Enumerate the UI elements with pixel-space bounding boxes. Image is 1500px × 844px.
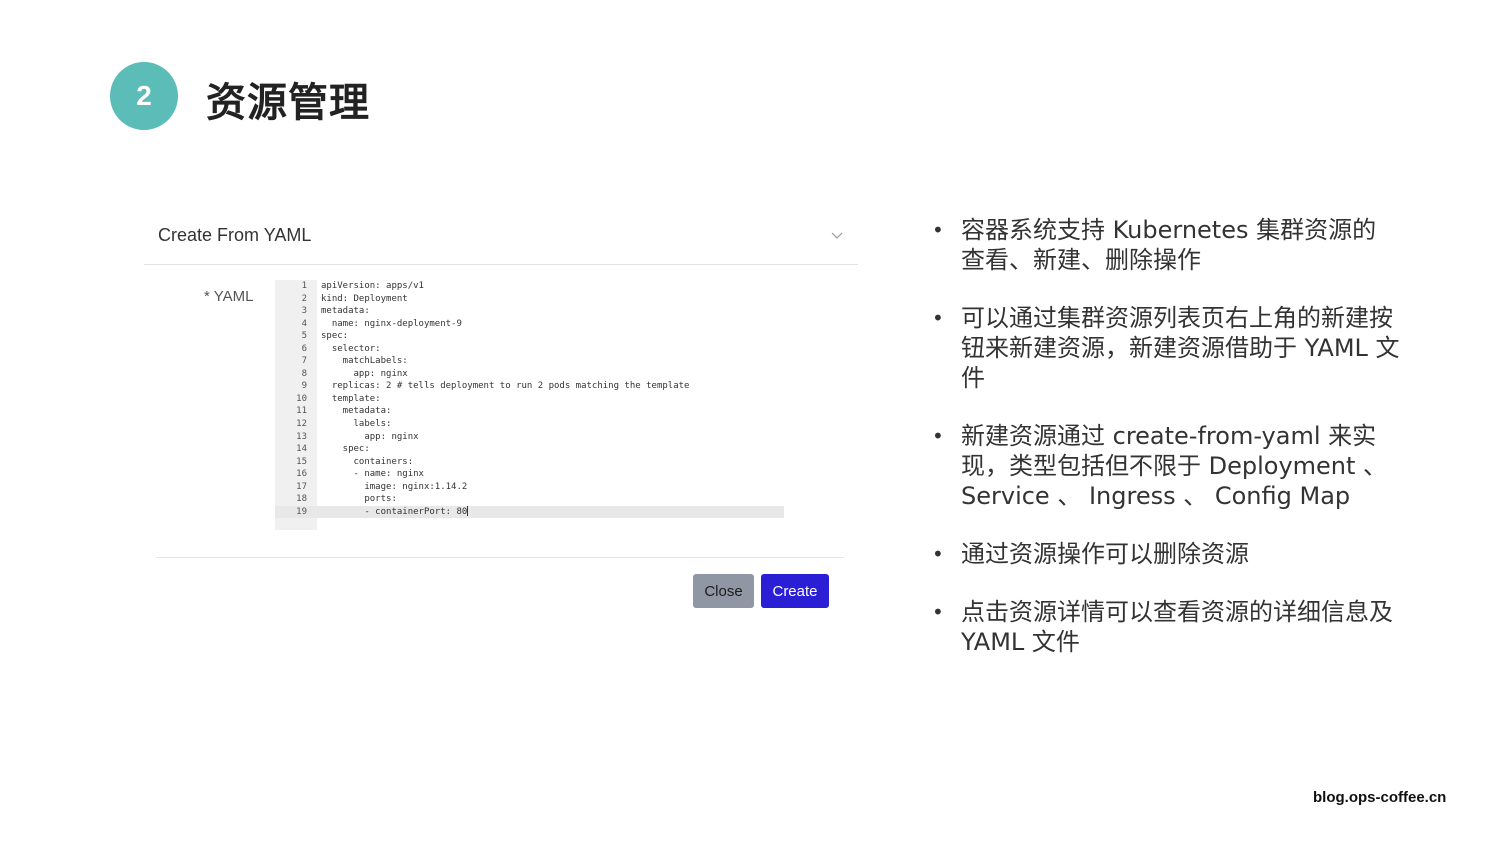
code-text[interactable]: spec: [321, 330, 348, 343]
bullet-item: • 可以通过集群资源列表页右上角的新建按钮来新建资源，新建资源借助于 YAML 文… [930, 303, 1400, 393]
code-text[interactable]: apiVersion: apps/v1 [321, 280, 424, 293]
code-text[interactable]: metadata: [321, 405, 392, 418]
line-number: 14 [296, 444, 307, 455]
code-text[interactable]: app: nginx [321, 431, 418, 444]
bullet-dot-icon: • [932, 218, 944, 242]
code-line[interactable]: 2 kind: Deployment [275, 293, 784, 306]
bullet-item: • 通过资源操作可以删除资源 [930, 539, 1400, 569]
code-line[interactable]: 17 image: nginx:1.14.2 [275, 481, 784, 494]
line-number: 9 [301, 381, 307, 392]
code-text[interactable]: kind: Deployment [321, 293, 408, 306]
footer-url: blog.ops-coffee.cn [1313, 789, 1447, 806]
code-line[interactable]: 14 spec: [275, 443, 784, 456]
code-line[interactable]: 8 app: nginx [275, 368, 784, 381]
footer-divider [156, 557, 844, 558]
code-line[interactable]: 12 labels: [275, 418, 784, 431]
code-text[interactable]: metadata: [321, 305, 370, 318]
bullet-dot-icon: • [932, 542, 944, 566]
line-number: 10 [296, 393, 307, 404]
line-number: 16 [296, 469, 307, 480]
code-line[interactable]: 18 ports: [275, 493, 784, 506]
code-text[interactable]: labels: [321, 418, 392, 431]
code-text[interactable]: app: nginx [321, 368, 408, 381]
bullet-list: • 容器系统支持 Kubernetes 集群资源的查看、新建、删除操作 • 可以通过集… [930, 215, 1400, 685]
code-area[interactable]: 1 apiVersion: apps/v1 2 kind: Deployment 3 me… [275, 280, 784, 519]
close-button[interactable]: Close [693, 574, 754, 608]
code-line[interactable]: 1 apiVersion: apps/v1 [275, 280, 784, 293]
code-line[interactable]: 6 selector: [275, 343, 784, 356]
line-number: 12 [296, 419, 307, 430]
code-line[interactable]: 13 app: nginx [275, 431, 784, 444]
bullet-text: 可以通过集群资源列表页右上角的新建按钮来新建资源，新建资源借助于 YAML 文件 [961, 304, 1400, 392]
code-text[interactable]: ports: [321, 493, 397, 506]
code-line[interactable]: 4 name: nginx-deployment-9 [275, 318, 784, 331]
code-line[interactable]: 15 containers: [275, 456, 784, 469]
code-line[interactable]: 3 metadata: [275, 305, 784, 318]
code-line[interactable]: 11 metadata: [275, 405, 784, 418]
bullet-text: 点击资源详情可以查看资源的详细信息及 YAML 文件 [961, 598, 1393, 656]
code-text[interactable]: template: [321, 393, 381, 406]
code-line[interactable]: 19 - containerPort: 80 [275, 505, 784, 519]
code-text[interactable]: matchLabels: [321, 355, 408, 368]
line-number: 1 [301, 281, 307, 291]
code-line[interactable]: 16 - name: nginx [275, 468, 784, 481]
code-text[interactable]: replicas: 2 # tells deployment to run 2 … [321, 380, 690, 393]
bullet-text: 容器系统支持 Kubernetes 集群资源的查看、新建、删除操作 [961, 216, 1377, 274]
create-button[interactable]: Create [761, 574, 829, 608]
code-text[interactable]: spec: [321, 443, 370, 456]
dialog-title: Create From YAML [158, 225, 312, 245]
slide-number-badge: 2 [110, 62, 178, 130]
code-line[interactable]: 5 spec: [275, 330, 784, 343]
bullet-item: • 新建资源通过 create-from-yaml 来实现，类型包括但不限于 De… [930, 421, 1400, 511]
line-number: 17 [296, 481, 307, 492]
line-number: 7 [301, 356, 307, 367]
code-text[interactable]: selector: [321, 343, 381, 356]
bullet-dot-icon: • [932, 600, 944, 624]
line-number: 8 [301, 368, 307, 379]
line-number: 3 [301, 306, 307, 317]
create-from-yaml-dialog: Create From YAML * YAML 1 apiVersion: app… [144, 210, 858, 635]
bullet-text: 新建资源通过 create-from-yaml 来实现，类型包括但不限于 Dep… [961, 422, 1388, 510]
bullet-dot-icon: • [932, 424, 944, 448]
line-number: 19 [296, 506, 307, 517]
yaml-code-editor[interactable]: 1 apiVersion: apps/v1 2 kind: Deployment 3 me… [275, 280, 784, 530]
line-number: 11 [296, 406, 307, 417]
line-number: 5 [301, 331, 307, 342]
code-line[interactable]: 10 template: [275, 393, 784, 406]
yaml-field-label: * YAML [204, 288, 254, 305]
code-text[interactable]: - name: nginx [321, 468, 424, 481]
code-line[interactable]: 9 replicas: 2 # tells deployment to run … [275, 380, 784, 393]
dialog-header: Create From YAML [144, 210, 858, 265]
code-line[interactable]: 7 matchLabels: [275, 355, 784, 368]
slide-title: 资源管理 [206, 80, 370, 126]
bullet-text: 通过资源操作可以删除资源 [961, 540, 1249, 568]
bullet-dot-icon: • [932, 306, 944, 330]
bullet-item: • 点击资源详情可以查看资源的详细信息及 YAML 文件 [930, 597, 1400, 657]
code-text[interactable]: image: nginx:1.14.2 [321, 481, 467, 494]
line-number: 13 [296, 431, 307, 442]
chevron-down-icon[interactable] [830, 227, 844, 241]
line-number: 6 [301, 343, 307, 354]
line-number: 18 [296, 494, 307, 505]
line-number: 15 [296, 456, 307, 467]
code-text[interactable]: - containerPort: 80 [321, 506, 469, 519]
code-text[interactable]: containers: [321, 456, 414, 469]
code-text[interactable]: name: nginx-deployment-9 [321, 318, 462, 331]
line-number: 4 [301, 318, 307, 329]
text-cursor [467, 506, 469, 517]
bullet-item: • 容器系统支持 Kubernetes 集群资源的查看、新建、删除操作 [930, 215, 1400, 275]
line-number: 2 [301, 293, 307, 304]
